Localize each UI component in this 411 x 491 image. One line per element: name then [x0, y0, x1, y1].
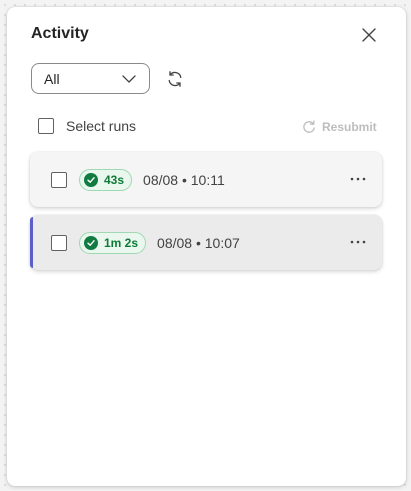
select-all-checkbox[interactable]	[38, 118, 54, 134]
select-runs-label: Select runs	[66, 118, 137, 134]
more-horizontal-icon	[350, 177, 366, 181]
refresh-button[interactable]	[164, 68, 186, 90]
resubmit-label: Resubmit	[322, 120, 377, 134]
run-item[interactable]: 43s 08/08 • 10:11	[30, 152, 382, 207]
panel-title: Activity	[31, 25, 89, 42]
resubmit-icon	[303, 120, 315, 133]
run-item-selected[interactable]: 1m 2s 08/08 • 10:07	[30, 215, 382, 270]
activity-panel: Activity All Select runs Resubmit 43s 08…	[7, 7, 406, 486]
checkmark-circle-icon	[84, 172, 98, 187]
select-runs-row: Select runs	[38, 118, 136, 134]
close-icon	[362, 28, 376, 42]
more-options-button[interactable]	[347, 169, 369, 189]
run-timestamp: 08/08 • 10:11	[143, 171, 225, 188]
status-badge: 43s	[79, 168, 133, 191]
close-button[interactable]	[359, 25, 379, 45]
run-checkbox[interactable]	[51, 234, 67, 251]
run-duration: 1m 2s	[104, 235, 139, 250]
filter-selected-value: All	[44, 70, 60, 87]
run-duration: 43s	[104, 172, 125, 187]
status-filter-dropdown[interactable]: All	[31, 63, 150, 94]
selected-indicator	[30, 217, 33, 268]
more-options-button[interactable]	[347, 232, 369, 252]
refresh-icon	[168, 71, 182, 87]
resubmit-button[interactable]: Resubmit	[302, 120, 377, 134]
status-badge: 1m 2s	[79, 231, 147, 254]
more-horizontal-icon	[350, 240, 366, 244]
run-timestamp: 08/08 • 10:07	[157, 234, 240, 251]
run-checkbox[interactable]	[51, 171, 67, 188]
checkmark-circle-icon	[84, 235, 98, 250]
chevron-down-icon	[122, 74, 136, 83]
